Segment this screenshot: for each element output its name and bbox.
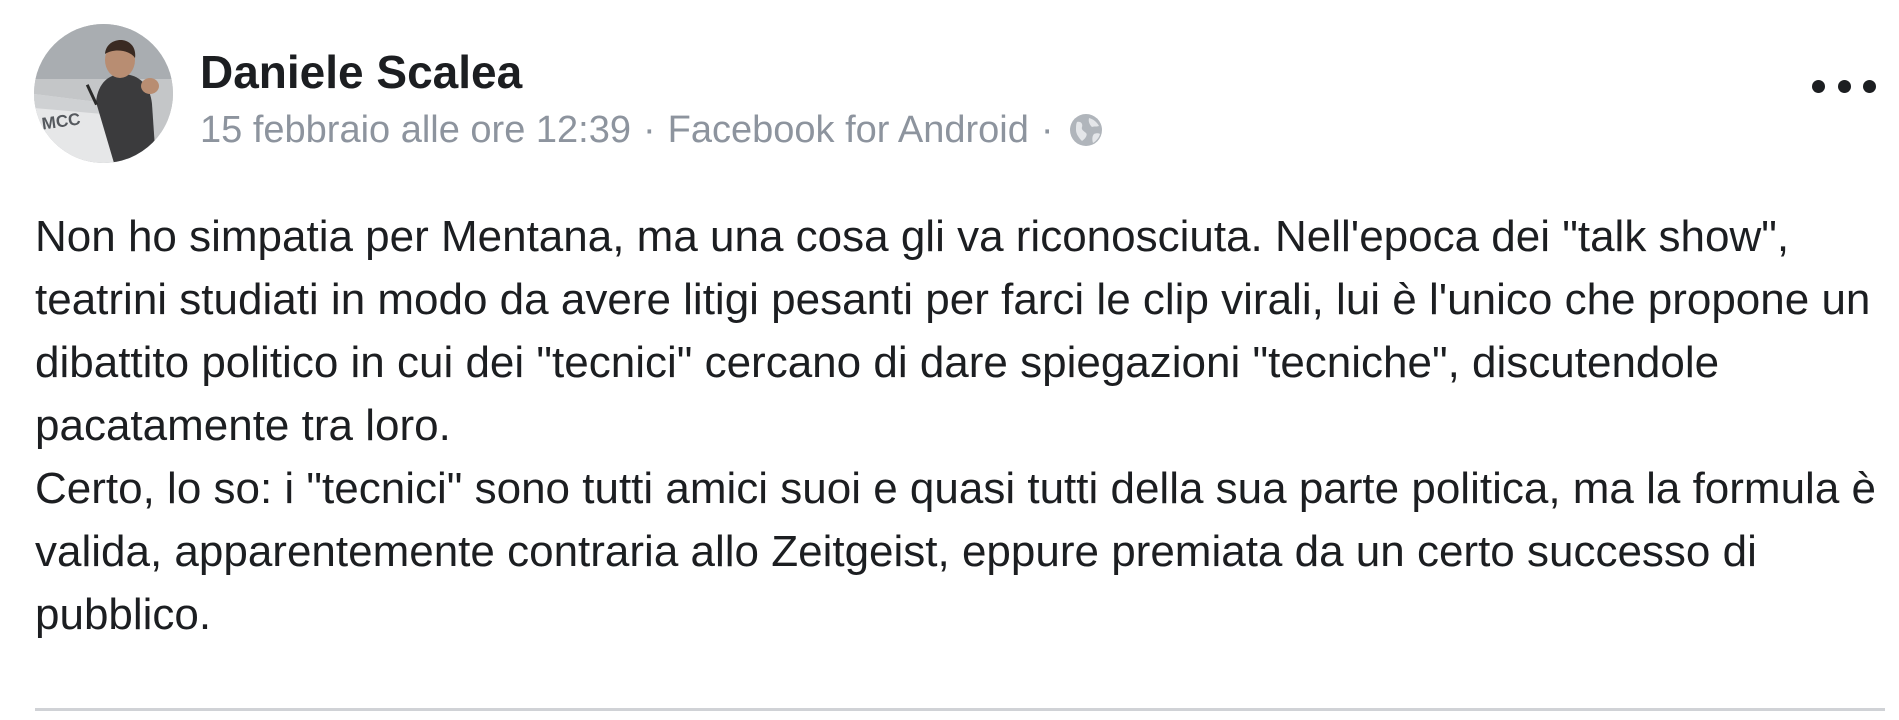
post-paragraph: Non ho simpatia per Mentana, ma una cosa… <box>35 212 1871 450</box>
more-options-icon <box>1812 79 1825 93</box>
post-timestamp[interactable]: 15 febbraio alle ore 12:39 <box>200 106 631 154</box>
facebook-post: MCC Daniele Scalea 15 febbraio alle ore … <box>0 0 1899 720</box>
more-options-button[interactable] <box>1812 66 1876 106</box>
post-meta: 15 febbraio alle ore 12:39 · Facebook fo… <box>200 106 1104 154</box>
globe-icon[interactable] <box>1068 112 1104 148</box>
more-options-icon-dot <box>1863 79 1876 93</box>
post-text: Non ho simpatia per Mentana, ma una cosa… <box>35 205 1885 646</box>
avatar[interactable]: MCC <box>34 24 173 163</box>
meta-separator: · <box>643 109 656 151</box>
author-name[interactable]: Daniele Scalea <box>200 44 522 100</box>
post-source: Facebook for Android <box>667 109 1029 151</box>
more-options-icon-dot <box>1837 79 1851 93</box>
divider <box>35 708 1885 711</box>
meta-separator: · <box>1040 109 1054 151</box>
avatar-photo: MCC <box>34 24 173 163</box>
post-paragraph: Certo, lo so: i "tecnici" sono tutti ami… <box>35 464 1876 639</box>
